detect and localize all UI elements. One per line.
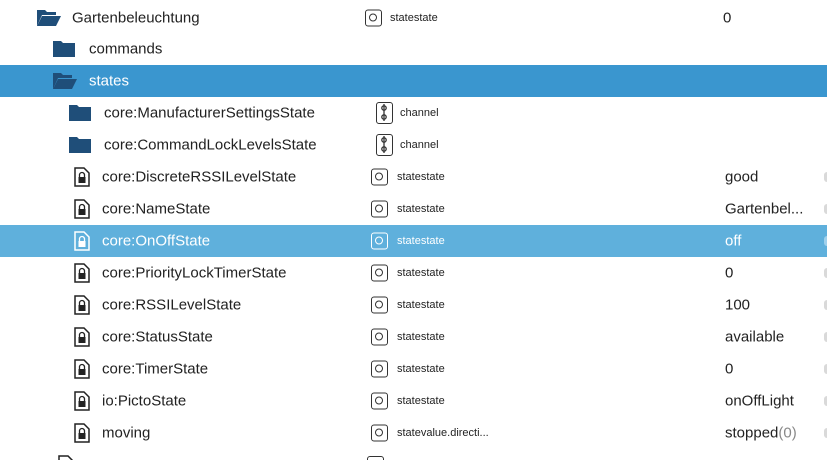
tree-row-state[interactable]: core:DiscreteRSSILevelState statestate g…	[0, 161, 827, 193]
folder-open-icon	[53, 73, 77, 89]
tree-row-state[interactable]: core:NameState statestate Gartenbel...	[0, 193, 827, 225]
channel-icon	[376, 102, 393, 124]
state-icon	[371, 328, 388, 346]
channel-icon	[376, 134, 393, 156]
tree-row-name: core:StatusState	[102, 328, 213, 346]
locked-file-icon	[74, 199, 90, 219]
tree-row-type: statestate	[397, 395, 445, 407]
tree-row-name: moving	[102, 424, 151, 442]
value-ack: (0)	[778, 424, 797, 442]
tree-row-name: core:CommandLockLevelsState	[104, 136, 317, 154]
locked-file-icon	[74, 391, 90, 411]
tree-row-name: core:RSSILevelState	[102, 296, 242, 314]
tree-row-manufacturer-settings[interactable]: core:ManufacturerSettingsState channel	[0, 97, 827, 129]
tree-row-name: core:NameState	[102, 200, 211, 218]
tree-row-type: statestate	[397, 171, 445, 183]
tree-row-name: core:DiscreteRSSILevelState	[102, 168, 297, 186]
locked-file-icon	[74, 295, 90, 315]
locked-file-icon	[74, 423, 90, 443]
tree-row-commands[interactable]: commands	[0, 33, 827, 65]
tree-row-value: 0	[725, 264, 734, 282]
tree-row-partial[interactable]	[0, 449, 827, 460]
state-icon	[371, 168, 388, 186]
tree-row-name: core:TimerState	[102, 360, 209, 378]
tree-row-value: available	[725, 328, 785, 346]
value-text: stopped	[725, 424, 779, 442]
tree-row-name: io:PictoState	[102, 392, 187, 410]
state-icon	[371, 264, 388, 282]
tree-row-value: onOffLight	[725, 392, 794, 410]
tree-row-type: statevalue.directi...	[397, 427, 489, 439]
state-icon	[371, 232, 388, 250]
tree-row-state[interactable]: core:PriorityLockTimerState statestate 0	[0, 257, 827, 289]
tree-row-value: 0	[725, 360, 734, 378]
tree-row-state[interactable]: io:PictoState statestate onOffLight	[0, 385, 827, 417]
locked-file-icon	[74, 359, 90, 379]
state-icon	[367, 456, 384, 460]
folder-closed-icon	[69, 137, 91, 153]
state-icon	[371, 200, 388, 218]
tree-row-name: commands	[89, 40, 163, 58]
state-icon	[371, 296, 388, 314]
locked-file-icon	[74, 231, 90, 251]
tree-row-state[interactable]: core:TimerState statestate 0	[0, 353, 827, 385]
tree-row-value: 0	[723, 9, 732, 27]
folder-closed-icon	[53, 41, 75, 57]
tree-row-name: Gartenbeleuchtung	[72, 9, 200, 27]
tree-row-type: statestate	[397, 203, 445, 215]
tree-row-state[interactable]: moving statevalue.directi... stopped(0)	[0, 417, 827, 449]
tree-row-state-selected[interactable]: core:OnOffState statestate off	[0, 225, 827, 257]
folder-closed-icon	[69, 105, 91, 121]
locked-file-icon	[74, 167, 90, 187]
tree-row-state[interactable]: core:RSSILevelState statestate 100	[0, 289, 827, 321]
tree-row-name: core:ManufacturerSettingsState	[104, 104, 315, 122]
file-icon	[58, 455, 74, 460]
tree-row-type: statestate	[397, 331, 445, 343]
tree-row-type: channel	[400, 107, 439, 119]
tree-row-type: statestate	[397, 267, 445, 279]
tree-row-name: core:OnOffState	[102, 232, 211, 250]
tree-row-type: statestate	[397, 299, 445, 311]
state-icon	[371, 424, 388, 442]
tree-row-value: good	[725, 168, 759, 186]
tree-row-type: statestate	[397, 363, 445, 375]
tree-row-states[interactable]: states	[0, 65, 827, 97]
tree-row-value: Gartenbel...	[725, 200, 804, 218]
folder-open-icon	[37, 10, 61, 26]
tree-row-name: core:PriorityLockTimerState	[102, 264, 287, 282]
locked-file-icon	[74, 327, 90, 347]
tree-row-command-lock-levels[interactable]: core:CommandLockLevelsState channel	[0, 129, 827, 161]
state-icon	[365, 9, 382, 27]
tree-row-type: statestate	[397, 235, 445, 247]
state-icon	[371, 392, 388, 410]
tree-row-value: 100	[725, 296, 751, 314]
tree-row-state[interactable]: core:StatusState statestate available	[0, 321, 827, 353]
tree-row-type: statestate	[390, 12, 438, 24]
tree-row-name: states	[89, 72, 130, 90]
tree-row-value: off	[725, 232, 742, 250]
tree-row-value: stopped(0)	[725, 425, 797, 442]
state-icon	[371, 360, 388, 378]
tree-row-gartenbeleuchtung[interactable]: Gartenbeleuchtung statestate 0	[0, 2, 827, 34]
tree-row-type: channel	[400, 139, 439, 151]
object-tree: Gartenbeleuchtung statestate 0 commands …	[0, 0, 827, 460]
locked-file-icon	[74, 263, 90, 283]
